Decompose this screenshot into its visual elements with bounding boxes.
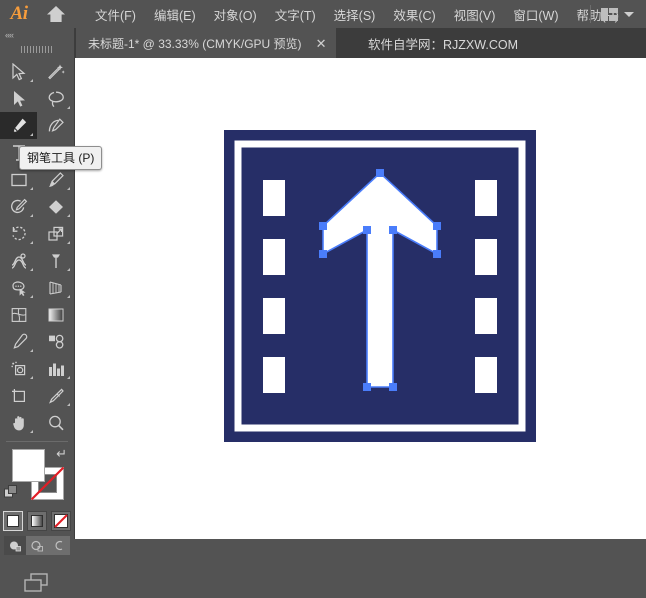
screen-mode-icon (22, 573, 52, 593)
fill-swatch[interactable] (12, 449, 45, 482)
artboard-tool[interactable] (0, 382, 37, 409)
draw-behind-icon (30, 539, 44, 552)
tool-flyout-corner-icon (30, 295, 33, 298)
draw-inside-icon (52, 539, 66, 552)
color-mode-row (0, 511, 74, 531)
menu-file[interactable]: 文件(F) (86, 1, 145, 28)
paintbrush-tool[interactable] (37, 166, 74, 193)
column-graph-tool[interactable] (37, 355, 74, 382)
lasso-tool[interactable] (37, 85, 74, 112)
menu-view[interactable]: 视图(V) (445, 1, 505, 28)
tool-panel-grip[interactable] (0, 42, 74, 56)
free-transform-tool[interactable] (37, 247, 74, 274)
slice-tool[interactable] (37, 382, 74, 409)
menu-type[interactable]: 文字(T) (266, 1, 325, 28)
eraser-tool[interactable] (37, 193, 74, 220)
selection-tool[interactable] (0, 58, 37, 85)
tool-flyout-corner-icon (30, 133, 33, 136)
default-fill-stroke-icon[interactable] (4, 485, 18, 499)
menu-items: 文件(F) 编辑(E) 对象(O) 文字(T) 选择(S) 效果(C) 视图(V… (86, 1, 628, 28)
menu-window[interactable]: 窗口(W) (504, 1, 567, 28)
rectangle-tool[interactable] (0, 166, 37, 193)
menu-select[interactable]: 选择(S) (325, 1, 385, 28)
zoom-tool[interactable] (37, 409, 74, 436)
tool-panel-header: «« (0, 28, 74, 42)
tool-flyout-corner-icon (30, 79, 33, 82)
tool-tooltip: 钢笔工具 (P) (19, 146, 102, 170)
tool-flyout-corner-icon (67, 106, 70, 109)
width-tool[interactable] (0, 247, 37, 274)
scale-tool[interactable] (37, 220, 74, 247)
perspective-grid-tool[interactable] (37, 274, 74, 301)
collapse-panel-icon[interactable]: «« (5, 31, 13, 40)
illustrator-window: Ai 文件(F) 编辑(E) 对象(O) 文字(T) 选择(S) 效果(C) 视… (0, 0, 646, 539)
menu-edit[interactable]: 编辑(E) (145, 1, 205, 28)
gradient-tool[interactable] (37, 301, 74, 328)
document-tab-title: 未标题-1* @ 33.33% (CMYK/GPU 预览) (88, 35, 302, 52)
gradient-color-icon (31, 515, 43, 527)
tool-flyout-corner-icon (67, 403, 70, 406)
mesh-tool[interactable] (0, 301, 37, 328)
tool-grid (0, 56, 74, 436)
tool-flyout-corner-icon (30, 241, 33, 244)
menu-effect[interactable]: 效果(C) (384, 1, 444, 28)
none-color-icon (54, 514, 68, 528)
road-sign-arrow-artwork[interactable] (224, 130, 536, 447)
magic-wand-tool[interactable] (37, 58, 74, 85)
tool-flyout-corner-icon (30, 214, 33, 217)
tool-flyout-corner-icon (30, 376, 33, 379)
hand-tool[interactable] (0, 409, 37, 436)
fill-stroke-control: ↵ (0, 445, 74, 507)
tool-flyout-corner-icon (67, 376, 70, 379)
color-mode-none[interactable] (51, 511, 71, 531)
ai-logo-icon: Ai (0, 0, 38, 28)
menu-object[interactable]: 对象(O) (205, 1, 266, 28)
tool-flyout-corner-icon (67, 241, 70, 244)
home-icon[interactable] (38, 0, 74, 28)
workspace-switcher-icon (601, 8, 619, 21)
close-icon[interactable]: ✕ (316, 37, 327, 50)
eyedropper-tool[interactable] (0, 328, 37, 355)
color-mode-gradient[interactable] (27, 511, 47, 531)
shaper-tool[interactable] (0, 193, 37, 220)
road-sign-svg (224, 130, 536, 442)
draw-normal-icon (8, 539, 22, 552)
document-tab[interactable]: 未标题-1* @ 33.33% (CMYK/GPU 预览) ✕ (76, 28, 336, 58)
tool-flyout-corner-icon (30, 430, 33, 433)
tool-panel: «« (0, 28, 75, 539)
pen-tool[interactable] (0, 112, 37, 139)
screen-mode-row (0, 573, 74, 598)
brand-watermark: 软件自学网：RJZXW.COM (368, 28, 518, 58)
rotate-tool[interactable] (0, 220, 37, 247)
tool-flyout-corner-icon (30, 268, 33, 271)
chevron-down-icon[interactable] (624, 12, 634, 17)
swap-fill-stroke-icon[interactable]: ↵ (56, 447, 67, 460)
workspace-switcher[interactable] (601, 8, 646, 21)
tool-flyout-corner-icon (67, 187, 70, 190)
tool-flyout-corner-icon (67, 214, 70, 217)
menubar-divider (590, 5, 591, 23)
tool-flyout-corner-icon (67, 295, 70, 298)
solid-color-icon (7, 515, 19, 527)
direct-selection-tool[interactable] (0, 85, 37, 112)
color-mode-plain[interactable] (3, 511, 23, 531)
menubar-right-group (590, 0, 646, 28)
document-tab-bar: 未标题-1* @ 33.33% (CMYK/GPU 预览) ✕ 软件自学网：RJ… (0, 28, 646, 58)
curvature-tool[interactable] (37, 112, 74, 139)
screen-mode-button[interactable] (22, 573, 52, 598)
shape-builder-tool[interactable] (0, 274, 37, 301)
symbol-sprayer-tool[interactable] (0, 355, 37, 382)
menu-bar: Ai 文件(F) 编辑(E) 对象(O) 文字(T) 选择(S) 效果(C) 视… (0, 0, 646, 28)
tool-flyout-corner-icon (30, 349, 33, 352)
tool-flyout-corner-icon (67, 268, 70, 271)
tool-flyout-corner-icon (30, 187, 33, 190)
tool-panel-divider (6, 441, 68, 442)
artboard-canvas[interactable] (75, 58, 646, 539)
blend-tool[interactable] (37, 328, 74, 355)
